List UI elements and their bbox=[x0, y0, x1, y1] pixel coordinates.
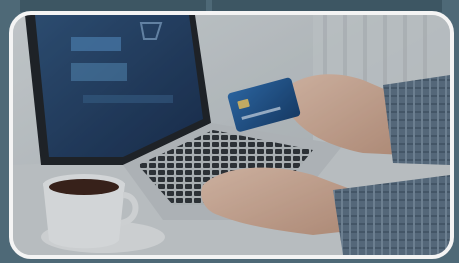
online-shopping-photo bbox=[13, 15, 450, 255]
photo-frame bbox=[9, 11, 454, 259]
